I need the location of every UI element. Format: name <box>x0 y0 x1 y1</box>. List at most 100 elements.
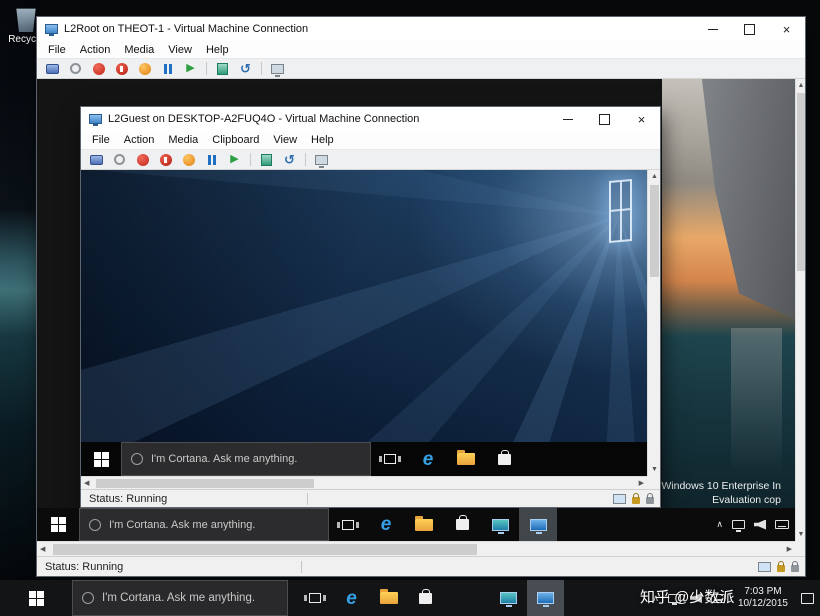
scroll-down-button[interactable]: ▼ <box>798 531 805 538</box>
cortana-icon <box>89 519 101 531</box>
close-button[interactable]: × <box>623 107 660 131</box>
hyperv-manager-button[interactable] <box>490 580 527 616</box>
store-button[interactable] <box>443 508 481 541</box>
menu-file[interactable]: File <box>85 134 117 146</box>
touch-keyboard-icon[interactable] <box>775 520 789 529</box>
scroll-up-button[interactable]: ▲ <box>798 82 805 89</box>
start-button[interactable] <box>37 508 79 541</box>
horizontal-scrollbar[interactable]: ◀ ▶ <box>81 476 647 489</box>
menu-action[interactable]: Action <box>73 44 118 56</box>
ctrl-alt-del-button[interactable] <box>89 152 104 167</box>
start-vm-button[interactable] <box>112 152 127 167</box>
clock-date: 10/12/2015 <box>738 598 788 610</box>
inner-vm-display[interactable]: I'm Cortana. Ask me anything. e <box>81 170 647 476</box>
edge-button[interactable]: e <box>333 580 370 616</box>
task-view-button[interactable] <box>296 580 333 616</box>
scroll-down-button[interactable]: ▼ <box>651 466 658 473</box>
shut-down-button[interactable] <box>114 61 129 76</box>
menu-view[interactable]: View <box>266 134 304 146</box>
store-button[interactable] <box>407 580 444 616</box>
horizontal-scrollbar[interactable]: ◀ ▶ <box>37 541 795 556</box>
lock-icon <box>646 497 654 504</box>
turn-off-button[interactable] <box>135 152 150 167</box>
save-state-button[interactable] <box>181 152 196 167</box>
close-button[interactable]: × <box>768 17 805 41</box>
windows-logo-icon <box>94 452 109 467</box>
eval-watermark-line1: Windows 10 Enterprise In <box>661 479 781 493</box>
status-text: Status: Running <box>89 493 167 505</box>
checkpoint-button[interactable] <box>259 152 274 167</box>
enhanced-session-button[interactable] <box>314 152 329 167</box>
menu-action[interactable]: Action <box>117 134 162 146</box>
outer-vm-display[interactable]: Windows 10 Enterprise In Evaluation cop … <box>37 79 795 541</box>
scroll-right-button[interactable]: ▶ <box>787 546 792 553</box>
ctrl-alt-del-button[interactable] <box>45 61 60 76</box>
menu-media[interactable]: Media <box>161 134 205 146</box>
inner-window-title: L2Guest on DESKTOP-A2FUQ4O - Virtual Mac… <box>108 113 419 125</box>
outer-vm-window: L2Root on THEOT-1 - Virtual Machine Conn… <box>36 16 806 577</box>
file-explorer-button[interactable] <box>447 442 485 476</box>
clock-time: 7:03 PM <box>738 586 788 598</box>
vertical-scrollbar[interactable]: ▲ ▼ <box>795 79 805 541</box>
checkpoint-button[interactable] <box>215 61 230 76</box>
shut-down-button[interactable] <box>158 152 173 167</box>
vertical-scrollbar[interactable]: ▲ ▼ <box>647 170 660 476</box>
inner-titlebar[interactable]: L2Guest on DESKTOP-A2FUQ4O - Virtual Mac… <box>81 107 660 131</box>
cortana-search-box[interactable]: I'm Cortana. Ask me anything. <box>121 442 371 476</box>
maximize-button[interactable] <box>586 107 623 131</box>
scrollbar-thumb[interactable] <box>53 544 477 555</box>
taskbar-clock[interactable]: 7:03 PM 10/12/2015 <box>734 586 792 610</box>
enhanced-session-button[interactable] <box>270 61 285 76</box>
action-center-icon[interactable] <box>801 593 814 604</box>
menu-help[interactable]: Help <box>199 44 236 56</box>
cortana-search-box[interactable]: I'm Cortana. Ask me anything. <box>72 580 288 616</box>
start-button[interactable] <box>81 442 121 476</box>
menu-clipboard[interactable]: Clipboard <box>205 134 266 146</box>
task-view-icon <box>342 520 354 530</box>
l2root-wallpaper-photo <box>662 79 795 508</box>
scroll-right-button[interactable]: ▶ <box>639 480 644 487</box>
volume-icon[interactable] <box>754 520 766 530</box>
maximize-button[interactable] <box>731 17 768 41</box>
menu-media[interactable]: Media <box>117 44 161 56</box>
scrollbar-thumb[interactable] <box>650 185 659 277</box>
edge-button[interactable]: e <box>367 508 405 541</box>
file-explorer-button[interactable] <box>370 580 407 616</box>
task-view-icon <box>309 593 321 603</box>
scroll-up-button[interactable]: ▲ <box>651 173 658 180</box>
scroll-left-button[interactable]: ◀ <box>84 480 89 487</box>
edge-button[interactable]: e <box>409 442 447 476</box>
start-button[interactable] <box>0 580 72 616</box>
minimize-button[interactable] <box>694 17 731 41</box>
network-icon[interactable] <box>732 520 745 529</box>
system-tray: ∧ <box>716 508 795 541</box>
start-vm-button[interactable] <box>68 61 83 76</box>
hyperv-manager-button[interactable] <box>481 508 519 541</box>
recycle-bin-icon <box>15 6 37 32</box>
file-explorer-button[interactable] <box>405 508 443 541</box>
pause-button[interactable] <box>204 152 219 167</box>
task-view-button[interactable] <box>329 508 367 541</box>
revert-button[interactable]: ↺ <box>282 152 297 167</box>
scrollbar-thumb[interactable] <box>96 479 314 488</box>
store-button[interactable] <box>485 442 523 476</box>
menu-file[interactable]: File <box>41 44 73 56</box>
cortana-search-box[interactable]: I'm Cortana. Ask me anything. <box>79 508 329 541</box>
scrollbar-thumb[interactable] <box>797 93 805 271</box>
reset-button[interactable]: ▶ <box>227 152 242 167</box>
reset-button[interactable]: ▶ <box>183 61 198 76</box>
revert-button[interactable]: ↺ <box>238 61 253 76</box>
toolbar-separator <box>305 153 306 166</box>
scroll-left-button[interactable]: ◀ <box>40 546 45 553</box>
minimize-button[interactable] <box>549 107 586 131</box>
show-hidden-icons-button[interactable]: ∧ <box>716 520 723 529</box>
save-state-button[interactable] <box>137 61 152 76</box>
task-view-button[interactable] <box>371 442 409 476</box>
vmconnect-button[interactable] <box>527 580 564 616</box>
pause-button[interactable] <box>160 61 175 76</box>
menu-view[interactable]: View <box>161 44 199 56</box>
outer-titlebar[interactable]: L2Root on THEOT-1 - Virtual Machine Conn… <box>37 17 805 41</box>
turn-off-button[interactable] <box>91 61 106 76</box>
menu-help[interactable]: Help <box>304 134 341 146</box>
vmconnect-button[interactable] <box>519 508 557 541</box>
